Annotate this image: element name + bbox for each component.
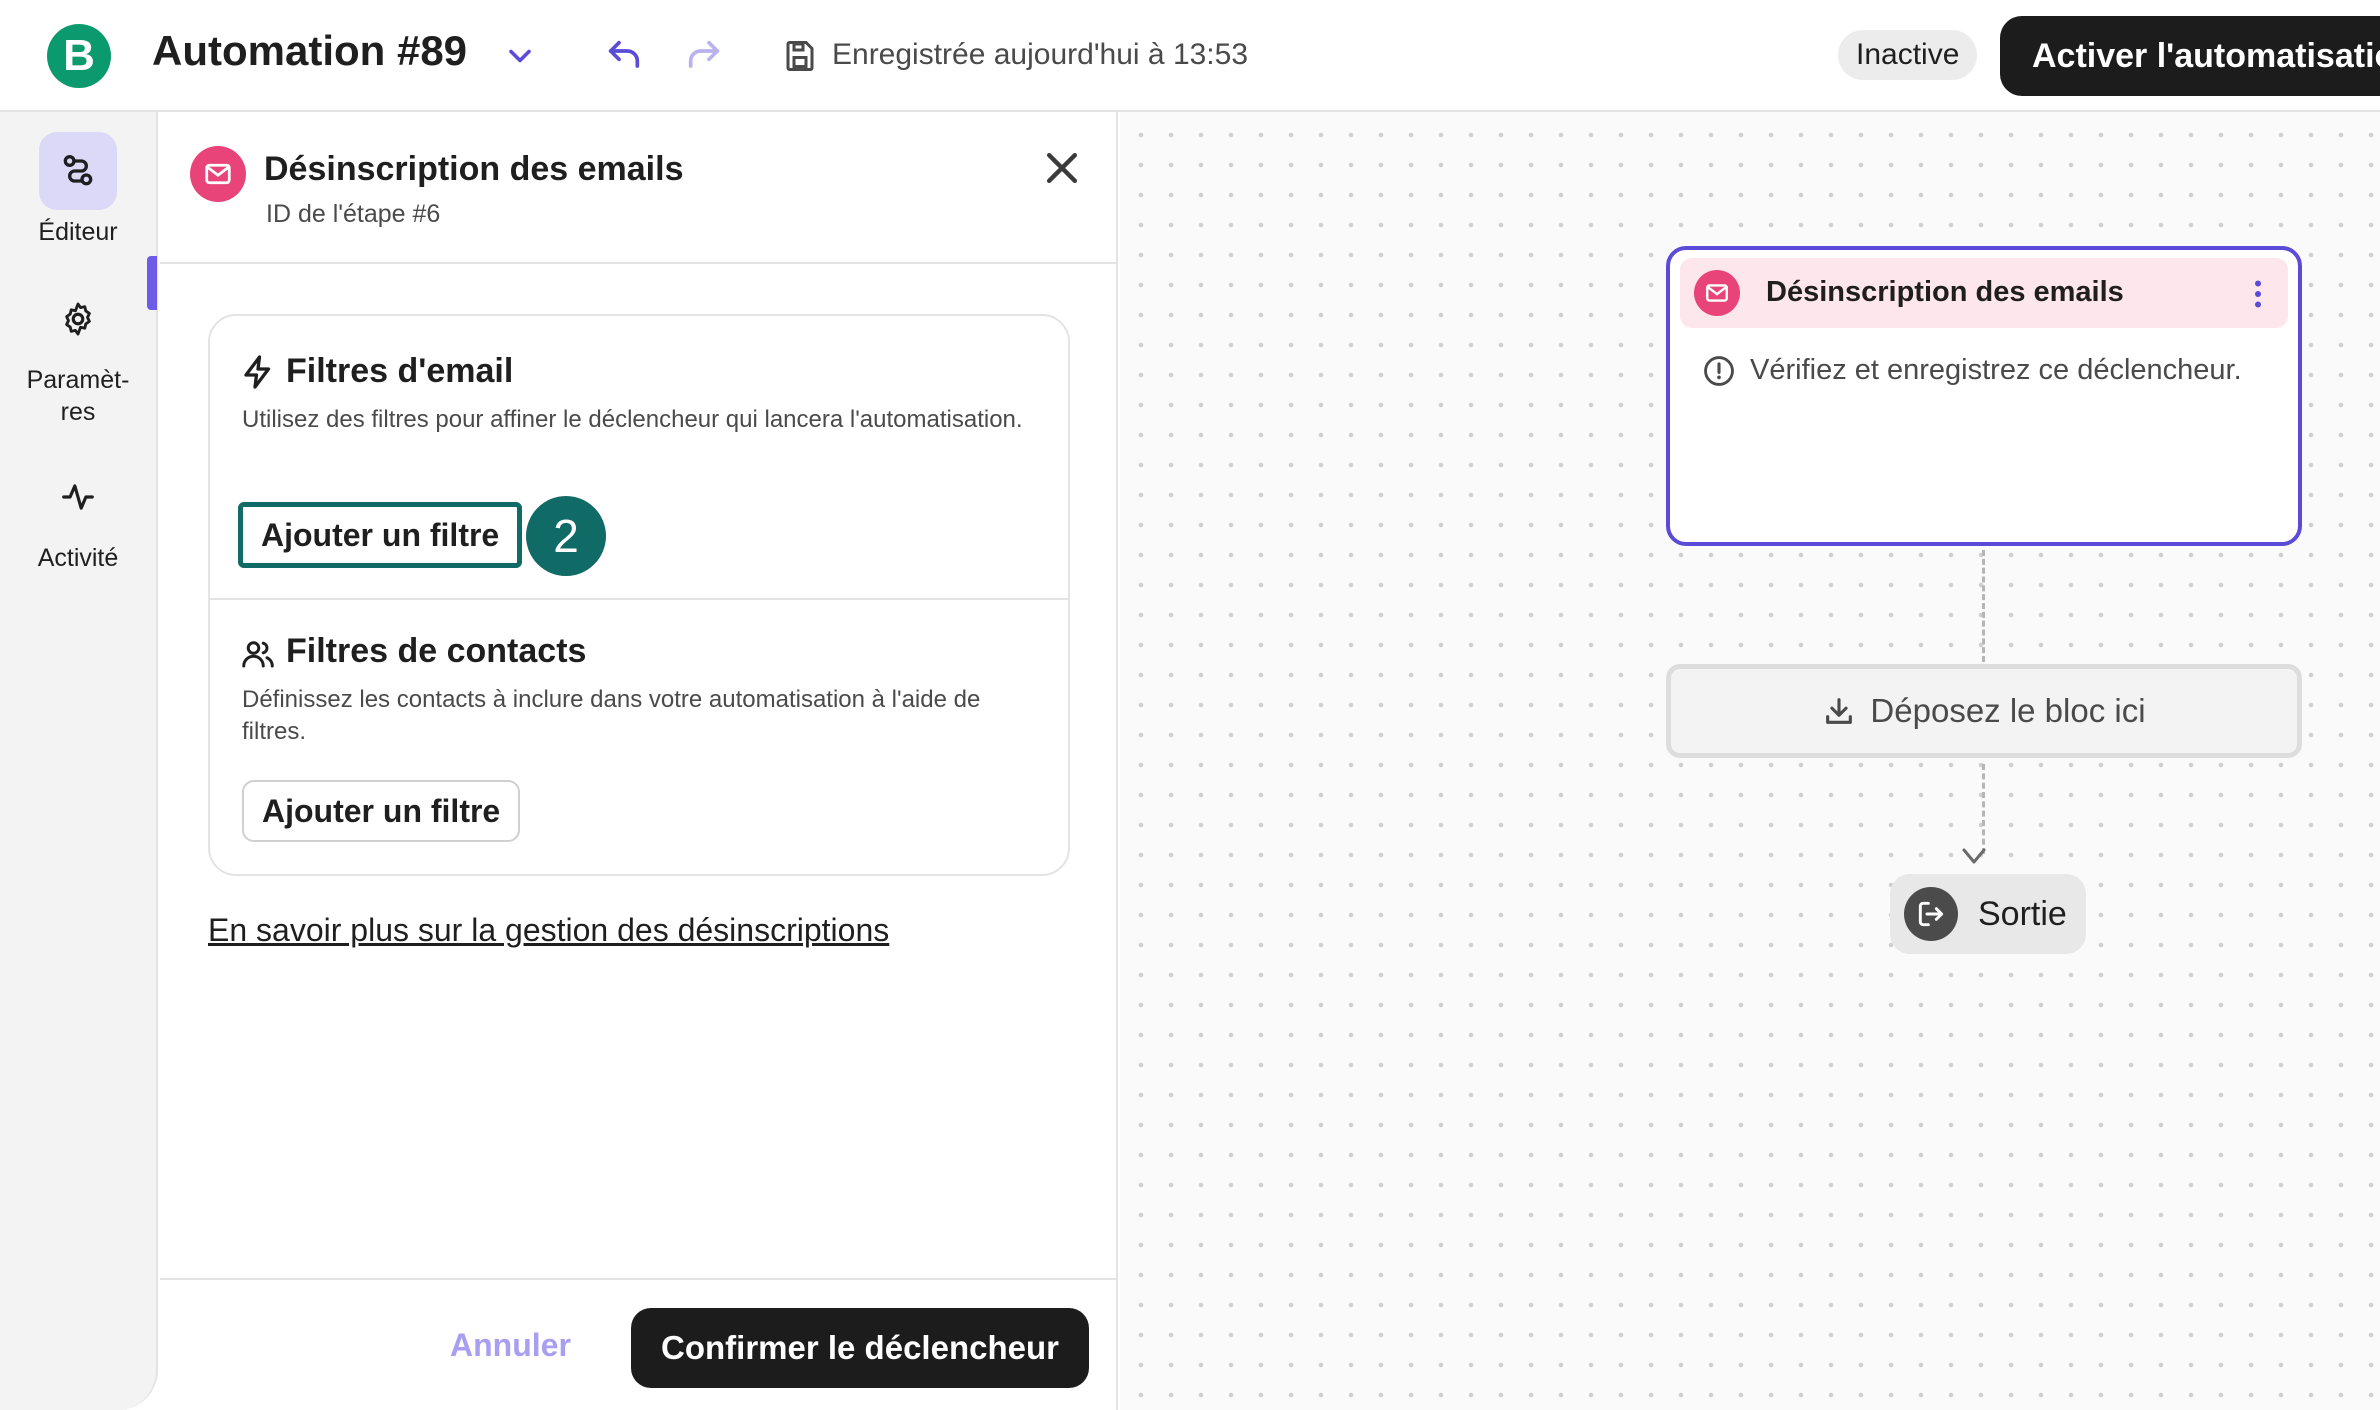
- connector-line: [1982, 764, 1985, 854]
- nav-icon-container: [39, 458, 117, 536]
- email-filters-description: Utilisez des filtres pour affiner le déc…: [242, 406, 1023, 433]
- add-email-filter-button[interactable]: Ajouter un filtre: [238, 502, 523, 568]
- drop-zone-label: Déposez le bloc ici: [1870, 692, 2146, 729]
- activity-icon: [62, 484, 94, 510]
- gear-icon: [65, 302, 91, 336]
- email-badge: [190, 146, 246, 202]
- drop-zone[interactable]: Déposez le bloc ici: [1666, 664, 2302, 758]
- exit-icon-circle: [1904, 887, 1958, 941]
- panel-header: Désinscription des emails ID de l'étape …: [160, 112, 1118, 264]
- left-navigation: Éditeur Paramèt-res Activité: [0, 112, 158, 1410]
- contact-filters-section: Filtres de contacts Définissez les conta…: [210, 600, 1068, 876]
- trigger-node-header: Désinscription des emails: [1680, 258, 2288, 328]
- automation-title[interactable]: Automation #89: [152, 27, 467, 75]
- brand-logo[interactable]: B: [47, 24, 111, 88]
- workflow-canvas[interactable]: Désinscription des emails Vérifiez et en…: [1120, 112, 2380, 1410]
- redo-icon[interactable]: [684, 36, 724, 76]
- contact-filters-description: Définissez les contacts à inclure dans v…: [242, 686, 981, 745]
- app-root: B Automation #89 Enregistrée aujourd'hui…: [0, 0, 2380, 1410]
- workflow-icon: [63, 155, 93, 186]
- trigger-settings-panel: Désinscription des emails ID de l'étape …: [160, 112, 1118, 1410]
- undo-icon[interactable]: [604, 36, 644, 76]
- nav-icon-container: [39, 280, 117, 358]
- trigger-node-title: Désinscription des emails: [1766, 276, 2124, 308]
- panel-footer: Annuler Confirmer le déclencheur: [160, 1278, 1118, 1410]
- users-icon: [242, 641, 274, 668]
- exit-label: Sortie: [1978, 895, 2067, 933]
- nav-label: Éditeur: [38, 218, 118, 246]
- trigger-warning-text: Vérifiez et enregistrez ce déclencheur.: [1750, 354, 2242, 386]
- mail-icon: [1706, 284, 1728, 302]
- save-icon: [786, 41, 814, 71]
- warning-icon: [1704, 356, 1734, 386]
- add-contact-filter-button[interactable]: Ajouter un filtre: [242, 780, 521, 842]
- status-badge: Inactive: [1838, 30, 1978, 80]
- panel-title: Désinscription des emails: [264, 150, 684, 188]
- exit-node[interactable]: Sortie: [1890, 874, 2086, 954]
- lightning-icon: [244, 355, 271, 389]
- step-number-badge: 2: [526, 496, 606, 576]
- mail-icon: [205, 163, 231, 185]
- contact-filters-title: Filtres de contacts: [286, 632, 587, 670]
- more-options-icon[interactable]: [2240, 274, 2276, 314]
- chevron-down-icon[interactable]: [502, 38, 538, 74]
- top-bar: B Automation #89 Enregistrée aujourd'hui…: [0, 0, 2380, 112]
- filters-card: Filtres d'email Utilisez des filtres pou…: [208, 314, 1070, 876]
- close-icon[interactable]: [1040, 146, 1084, 190]
- email-filters-section: Filtres d'email Utilisez des filtres pou…: [210, 316, 1068, 598]
- cancel-button[interactable]: Annuler: [450, 1310, 571, 1380]
- connector-line: [1982, 550, 1985, 662]
- trigger-node[interactable]: Désinscription des emails Vérifiez et en…: [1666, 246, 2302, 546]
- confirm-trigger-button[interactable]: Confirmer le déclencheur: [631, 1308, 1089, 1388]
- nav-item-editor[interactable]: Éditeur: [0, 132, 156, 248]
- step-id: ID de l'étape #6: [266, 200, 441, 228]
- email-badge: [1694, 270, 1740, 316]
- email-filters-title: Filtres d'email: [286, 352, 514, 390]
- arrow-down-icon: [1962, 848, 1986, 864]
- nav-icon-container: [39, 132, 117, 210]
- download-icon: [1826, 698, 1853, 724]
- exit-icon: [1918, 901, 1944, 927]
- saved-status: Enregistrée aujourd'hui à 13:53: [832, 38, 1249, 71]
- activate-automation-button[interactable]: Activer l'automatisation: [2000, 16, 2380, 96]
- nav-item-settings[interactable]: Paramèt-res: [0, 280, 156, 428]
- nav-item-activity[interactable]: Activité: [0, 458, 156, 574]
- nav-label: Paramèt-res: [26, 366, 130, 426]
- nav-label: Activité: [37, 544, 119, 572]
- learn-more-link[interactable]: En savoir plus sur la gestion des désins…: [208, 912, 889, 949]
